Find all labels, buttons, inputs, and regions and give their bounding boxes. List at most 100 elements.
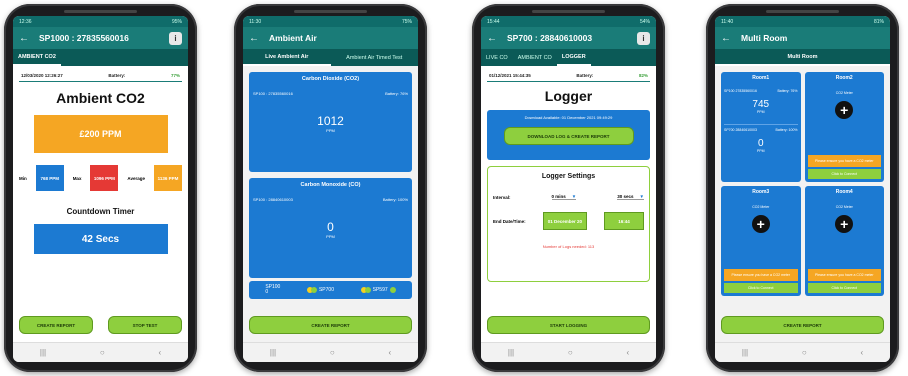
- system-nav-bar: ||| ○ ‹: [715, 342, 890, 362]
- tab-bar: Live Ambient Air Ambient Air Timed Test: [243, 49, 418, 66]
- app-bar: ← Ambient Air: [243, 27, 418, 49]
- back-icon[interactable]: ‹: [158, 348, 161, 357]
- sensor-id: SP100 27835560016: [724, 89, 757, 93]
- create-report-button[interactable]: CREATE REPORT: [249, 316, 412, 334]
- room-card-4[interactable]: Room4 CO2 Meter + Please ensure you have…: [804, 186, 884, 296]
- toggle-dot-icon: [364, 287, 371, 293]
- average-label: Average: [127, 175, 145, 181]
- download-log-button[interactable]: DOWNLOAD LOG & CREATE REPORT: [503, 127, 634, 145]
- main-content: 01/12/2021 15:44:35 Battery: 82% Logger …: [481, 66, 656, 342]
- screen: 11:40 81% ← Multi Room Multi Room Room1 …: [715, 16, 890, 362]
- battery-value: 82%: [638, 73, 648, 78]
- app-bar: ← SP700 : 28840610003 i: [481, 27, 656, 49]
- connect-button[interactable]: Click to Connect: [807, 169, 881, 179]
- end-date-field[interactable]: 01 December 20: [542, 212, 587, 230]
- screen: 15:44 54% ← SP700 : 28840610003 i LIVE C…: [481, 16, 656, 362]
- co2-card[interactable]: Carbon Dioxide (CO2) SP100 : 27835560016…: [249, 72, 412, 172]
- create-report-button[interactable]: CREATE REPORT: [721, 316, 884, 334]
- start-logging-button[interactable]: START LOGGING: [487, 316, 650, 334]
- recent-apps-icon[interactable]: |||: [508, 348, 514, 357]
- back-arrow-icon[interactable]: ←: [249, 33, 259, 44]
- room-card-3[interactable]: Room3 CO2 Meter + Please ensure you have…: [721, 186, 801, 296]
- battery-label: Battery:: [108, 73, 126, 78]
- back-arrow-icon[interactable]: ←: [487, 33, 497, 44]
- tab-live-ambient-air[interactable]: Live Ambient Air: [243, 49, 331, 66]
- info-icon[interactable]: i: [169, 31, 182, 45]
- mins-select[interactable]: 0 mins ▼: [551, 194, 577, 200]
- back-icon[interactable]: ‹: [388, 348, 391, 357]
- connect-warning: Please ensure you have a CO2 meter: [807, 155, 881, 167]
- date-time: 12/03/2020 12:26:27: [21, 73, 63, 78]
- page-heading: Ambient CO2: [56, 90, 145, 106]
- sensor-battery: Battery: 100%: [775, 128, 798, 132]
- tab-ambient-air-timed-test[interactable]: Ambient Air Timed Test: [331, 49, 419, 66]
- app-bar: ← SP1000 : 27835560016 i: [13, 27, 188, 49]
- dropdown-arrow-icon: ▼: [571, 194, 577, 199]
- tab-live-co[interactable]: LIVE CO: [481, 49, 513, 66]
- status-time: 11:30: [249, 18, 262, 25]
- tab-ambient-co2[interactable]: AMBIENT CO2: [13, 49, 61, 66]
- toggle-dot-icon: [310, 287, 317, 293]
- co2-value: 1012: [317, 114, 344, 128]
- add-meter-icon[interactable]: +: [835, 101, 854, 119]
- status-battery: 54%: [639, 18, 650, 25]
- back-icon[interactable]: ‹: [626, 348, 629, 357]
- download-available-text: Download Available: 01 December 2021 09:…: [524, 115, 613, 120]
- recent-apps-icon[interactable]: |||: [40, 348, 46, 357]
- app-screenshots: 12:36 95% ← SP1000 : 27835560016 i AMBIE…: [0, 0, 908, 376]
- end-datetime-row: End Date/Time: 01 December 20 16:44: [493, 212, 644, 230]
- tab-bar: AMBIENT CO2: [13, 49, 188, 66]
- sensor-id: SP100 : 28840610003: [253, 197, 293, 202]
- end-time-field[interactable]: 16:44: [604, 212, 644, 230]
- dropdown-arrow-icon: ▼: [639, 194, 644, 199]
- stop-test-button[interactable]: STOP TEST: [108, 316, 182, 334]
- connect-button[interactable]: Click to Connect: [724, 283, 798, 293]
- room-card-2[interactable]: Room2 CO2 Meter + Please ensure you have…: [804, 72, 884, 182]
- sensor-battery: Battery: 76%: [385, 91, 408, 96]
- secs-select[interactable]: 30 secs ▼: [617, 194, 644, 200]
- connect-button[interactable]: Click to Connect: [807, 283, 881, 293]
- phone-ambient-co2: 12:36 95% ← SP1000 : 27835560016 i AMBIE…: [4, 4, 197, 372]
- room-grid: Room1 SP100 27835560016 Battery: 76% 745…: [721, 72, 884, 296]
- phone-logger: 15:44 54% ← SP700 : 28840610003 i LIVE C…: [472, 4, 665, 372]
- tab-logger[interactable]: LOGGER: [556, 49, 591, 66]
- home-icon[interactable]: ○: [100, 348, 105, 357]
- add-meter-icon[interactable]: +: [835, 215, 854, 233]
- back-arrow-icon[interactable]: ←: [721, 33, 731, 44]
- legend-sp100: SP100 0: [265, 285, 280, 295]
- system-nav-bar: ||| ○ ‹: [481, 342, 656, 362]
- home-icon[interactable]: ○: [802, 348, 807, 357]
- legend-sub: 0: [265, 289, 269, 295]
- status-battery: 95%: [171, 18, 182, 25]
- recent-apps-icon[interactable]: |||: [270, 348, 276, 357]
- status-battery: 81%: [873, 18, 884, 25]
- tab-ambient-co[interactable]: AMBIENT CO: [513, 49, 557, 66]
- status-bar: 11:40 81%: [715, 16, 890, 27]
- app-bar: ← Multi Room: [715, 27, 890, 49]
- page-title: SP700 : 28840610003: [507, 33, 593, 43]
- info-icon[interactable]: i: [637, 31, 650, 45]
- home-icon[interactable]: ○: [568, 348, 573, 357]
- date-time: 01/12/2021 15:44:35: [489, 73, 531, 78]
- recent-apps-icon[interactable]: |||: [742, 348, 748, 357]
- page-heading: Logger: [544, 88, 593, 104]
- legend-label: SP597: [372, 287, 388, 293]
- co-card[interactable]: Carbon Monoxide (CO) SP100 : 28840610003…: [249, 178, 412, 278]
- legend-label: SP700: [318, 287, 334, 293]
- min-label: Min: [19, 175, 27, 181]
- back-arrow-icon[interactable]: ←: [19, 33, 29, 44]
- back-icon[interactable]: ‹: [860, 348, 863, 357]
- add-meter-icon[interactable]: +: [751, 215, 770, 233]
- average-value: 1136 PPM: [153, 165, 182, 191]
- sensor-id: SP100 : 27835560016: [253, 91, 293, 96]
- card-meta: SP100 : 28840610003 Battery: 100%: [253, 197, 408, 202]
- legend-sp700[interactable]: SP700: [306, 287, 334, 293]
- room-card-1[interactable]: Room1 SP100 27835560016 Battery: 76% 745…: [721, 72, 801, 182]
- tab-multi-room[interactable]: Multi Room: [715, 49, 890, 66]
- legend-sp597[interactable]: SP597: [360, 287, 396, 293]
- status-battery: 75%: [401, 18, 412, 25]
- create-report-button[interactable]: CREATE REPORT: [19, 316, 93, 334]
- secs-value: 30 secs: [617, 194, 634, 199]
- timer-heading: Countdown Timer: [66, 207, 135, 216]
- home-icon[interactable]: ○: [330, 348, 335, 357]
